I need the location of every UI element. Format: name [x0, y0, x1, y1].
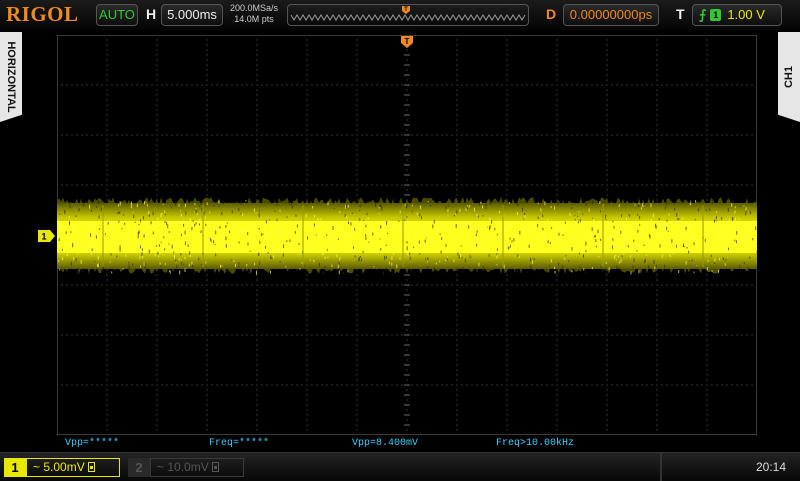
bandwidth-limit-icon: [88, 462, 95, 472]
waveform-display[interactable]: T: [57, 35, 757, 435]
memory-overview-bar[interactable]: T: [287, 4, 529, 26]
delay-label: D: [546, 6, 556, 22]
run-mode-button[interactable]: AUTO: [96, 4, 138, 26]
measurement-freq-ch1: Freq>10.00kHz: [496, 438, 574, 449]
measurement-freq-ch2: Freq=*****: [209, 438, 269, 449]
system-clock: 20:14: [756, 460, 786, 474]
ch1-noise-trace: [57, 197, 757, 275]
measurement-vpp-ch2: Vpp=*****: [65, 438, 119, 449]
horizontal-label: H: [146, 6, 156, 22]
trigger-marker-text: T: [405, 37, 410, 46]
ch2-scale[interactable]: ~ 10.0mV: [150, 458, 244, 477]
rising-edge-icon: ⨍: [699, 7, 706, 22]
ch1-tab-label: CH1: [783, 66, 795, 88]
ch1-button[interactable]: 1: [4, 458, 26, 477]
trigger-position-text: T: [404, 7, 408, 13]
bandwidth-limit-icon: [212, 462, 219, 472]
ch1-scale-value: ~ 5.00mV: [33, 460, 85, 474]
memory-overview-wave: T: [288, 5, 528, 25]
rigol-logo: RIGOL: [6, 2, 79, 27]
bar-divider: [660, 453, 662, 481]
trigger-level: 1.00 V: [727, 7, 765, 22]
ch2-scale-value: ~ 10.0mV: [157, 460, 209, 474]
ch1-scale[interactable]: ~ 5.00mV: [26, 458, 120, 477]
trigger-source-badge: 1: [710, 9, 721, 21]
timebase-value[interactable]: 5.000ms: [161, 4, 223, 26]
horizontal-tab-label: HORIZONTAL: [5, 41, 17, 112]
delay-value[interactable]: 0.00000000ps: [563, 4, 659, 26]
ch1-ground-marker[interactable]: 1: [38, 230, 56, 242]
channel-bar: 1 ~ 5.00mV 2 ~ 10.0mV 20:14: [0, 452, 800, 481]
sample-rate: 200.0MSa/s: [228, 3, 280, 14]
trigger-label: T: [676, 6, 685, 22]
svg-text:1: 1: [41, 232, 46, 242]
memory-depth: 14.0M pts: [228, 14, 280, 25]
measurement-vpp-ch1: Vpp=8.400mV: [352, 438, 418, 449]
status-bar: RIGOL AUTO H 5.000ms 200.0MSa/s 14.0M pt…: [0, 0, 800, 30]
trigger-setting[interactable]: ⨍ 1 1.00 V: [692, 4, 782, 26]
ch1-menu-tab[interactable]: CH1: [778, 32, 800, 122]
horizontal-menu-tab[interactable]: HORIZONTAL: [0, 32, 22, 122]
ch2-button[interactable]: 2: [128, 458, 150, 477]
acquisition-info: 200.0MSa/s 14.0M pts: [228, 3, 280, 25]
